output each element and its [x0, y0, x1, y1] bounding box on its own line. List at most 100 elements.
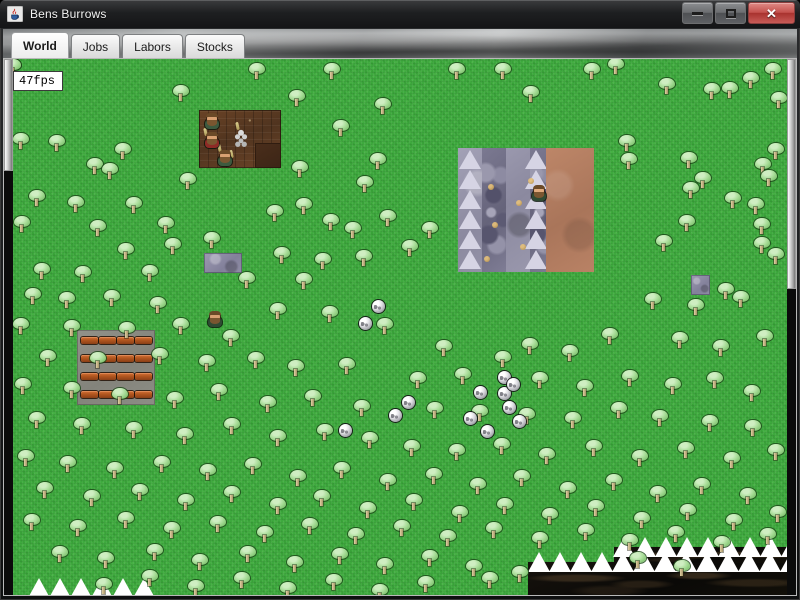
tree-sprite[interactable]	[12, 133, 30, 151]
tree-sprite[interactable]	[269, 303, 287, 321]
vertical-scrollbar-right[interactable]	[787, 59, 796, 595]
tree-sprite[interactable]	[651, 410, 669, 428]
tree-sprite[interactable]	[239, 546, 257, 564]
tree-sprite[interactable]	[620, 153, 638, 171]
mine-ore-deposit[interactable]	[528, 178, 534, 184]
tree-sprite[interactable]	[347, 528, 365, 546]
tree-sprite[interactable]	[767, 248, 785, 266]
tree-sprite[interactable]	[36, 482, 54, 500]
boulder-sprite[interactable]	[474, 386, 487, 399]
tree-sprite[interactable]	[531, 532, 549, 550]
tree-sprite[interactable]	[693, 478, 711, 496]
tree-sprite[interactable]	[577, 524, 595, 542]
tree-sprite[interactable]	[667, 526, 685, 544]
tree-sprite[interactable]	[291, 161, 309, 179]
world-map[interactable]	[4, 59, 796, 595]
tree-sprite[interactable]	[248, 63, 266, 81]
tree-sprite[interactable]	[295, 198, 313, 216]
maximize-button[interactable]	[715, 2, 746, 24]
scrollbar-thumb-left[interactable]	[4, 59, 13, 171]
tree-sprite[interactable]	[405, 494, 423, 512]
tree-sprite[interactable]	[355, 250, 373, 268]
tree-sprite[interactable]	[222, 330, 240, 348]
tree-sprite[interactable]	[361, 432, 379, 450]
tree-sprite[interactable]	[83, 490, 101, 508]
tree-sprite[interactable]	[680, 152, 698, 170]
boulder-sprite[interactable]	[372, 300, 385, 313]
tree-sprite[interactable]	[301, 518, 319, 536]
tree-sprite[interactable]	[23, 514, 41, 532]
boulder-sprite[interactable]	[339, 424, 352, 437]
wood-log-item[interactable]	[81, 391, 98, 398]
tree-sprite[interactable]	[14, 378, 32, 396]
tree-sprite[interactable]	[701, 415, 719, 433]
tree-sprite[interactable]	[111, 388, 129, 406]
tree-sprite[interactable]	[198, 355, 216, 373]
tree-sprite[interactable]	[238, 272, 256, 290]
dwarf-farmer-3[interactable]	[216, 150, 234, 167]
tree-sprite[interactable]	[687, 299, 705, 317]
tree-sprite[interactable]	[371, 584, 389, 595]
tree-sprite[interactable]	[760, 170, 778, 188]
tree-sprite[interactable]	[764, 63, 782, 81]
tree-sprite[interactable]	[74, 266, 92, 284]
tree-sprite[interactable]	[583, 63, 601, 81]
tree-sprite[interactable]	[644, 293, 662, 311]
tree-sprite[interactable]	[356, 176, 374, 194]
tree-sprite[interactable]	[73, 418, 91, 436]
tab-world[interactable]: World	[11, 32, 69, 58]
tree-sprite[interactable]	[607, 59, 625, 76]
tree-sprite[interactable]	[247, 352, 265, 370]
mine-ore-deposit[interactable]	[492, 222, 498, 228]
tree-sprite[interactable]	[706, 372, 724, 390]
tree-sprite[interactable]	[131, 484, 149, 502]
stone-tile-patch[interactable]	[204, 253, 242, 273]
tree-sprite[interactable]	[59, 456, 77, 474]
tree-sprite[interactable]	[379, 474, 397, 492]
tree-sprite[interactable]	[172, 318, 190, 336]
wood-log-item[interactable]	[135, 355, 152, 362]
tree-sprite[interactable]	[48, 135, 66, 153]
tree-sprite[interactable]	[610, 402, 628, 420]
tree-sprite[interactable]	[325, 574, 343, 592]
tab-labors[interactable]: Labors	[122, 34, 183, 58]
tree-sprite[interactable]	[287, 360, 305, 378]
tree-sprite[interactable]	[469, 478, 487, 496]
tree-sprite[interactable]	[359, 502, 377, 520]
tree-sprite[interactable]	[376, 558, 394, 576]
tree-sprite[interactable]	[153, 456, 171, 474]
tree-sprite[interactable]	[374, 98, 392, 116]
tree-sprite[interactable]	[682, 182, 700, 200]
tree-sprite[interactable]	[172, 85, 190, 103]
tree-sprite[interactable]	[742, 72, 760, 90]
tree-sprite[interactable]	[256, 526, 274, 544]
tree-sprite[interactable]	[747, 198, 765, 216]
tree-sprite[interactable]	[448, 63, 466, 81]
tree-sprite[interactable]	[316, 424, 334, 442]
tree-sprite[interactable]	[513, 470, 531, 488]
tree-sprite[interactable]	[564, 412, 582, 430]
tree-sprite[interactable]	[481, 572, 499, 590]
boulder-sprite[interactable]	[513, 415, 526, 428]
tree-sprite[interactable]	[417, 576, 435, 594]
tree-sprite[interactable]	[323, 63, 341, 81]
tree-sprite[interactable]	[106, 462, 124, 480]
tree-sprite[interactable]	[403, 440, 421, 458]
tree-sprite[interactable]	[601, 328, 619, 346]
tree-sprite[interactable]	[118, 322, 136, 340]
tree-sprite[interactable]	[770, 92, 788, 110]
farm-crop-plant[interactable]	[233, 128, 249, 150]
tree-sprite[interactable]	[117, 512, 135, 530]
tree-sprite[interactable]	[101, 163, 119, 181]
tree-sprite[interactable]	[629, 552, 647, 570]
tree-sprite[interactable]	[744, 420, 762, 438]
tree-sprite[interactable]	[353, 400, 371, 418]
minimize-button[interactable]	[682, 2, 713, 24]
tree-sprite[interactable]	[288, 90, 306, 108]
tree-sprite[interactable]	[421, 222, 439, 240]
tree-sprite[interactable]	[633, 512, 651, 530]
tree-sprite[interactable]	[756, 330, 774, 348]
tree-sprite[interactable]	[587, 500, 605, 518]
tree-sprite[interactable]	[401, 240, 419, 258]
tree-sprite[interactable]	[223, 418, 241, 436]
